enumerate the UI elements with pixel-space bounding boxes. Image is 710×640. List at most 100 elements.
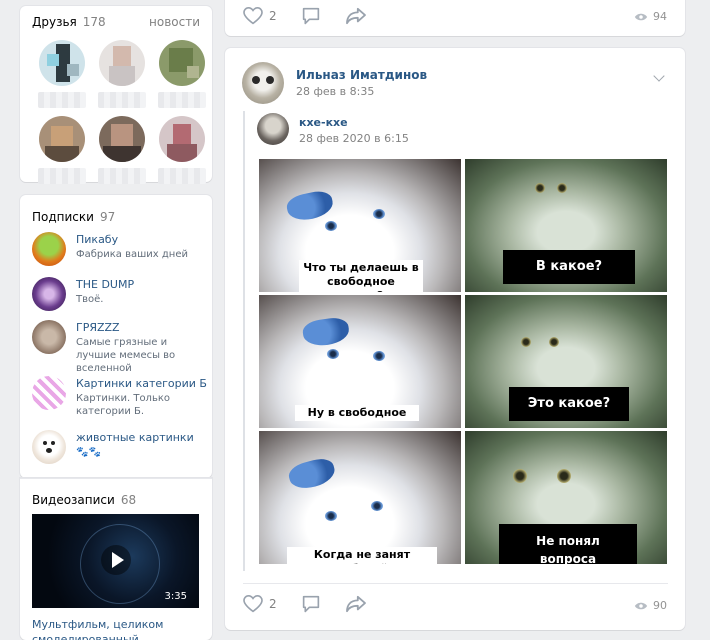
subscription-name[interactable]: Картинки категории Б [76,377,207,391]
videos-header[interactable]: Видеозаписи 68 [32,489,136,508]
repost-author[interactable]: кхе-кхе [299,116,348,129]
share-button[interactable] [345,7,367,25]
like-button[interactable]: 2 [243,7,277,25]
subscription-desc: 🐾🐾 [76,447,101,458]
like-count: 2 [269,9,277,23]
eye-icon [634,602,648,609]
friend-name[interactable] [98,92,146,108]
videos-block: Видеозаписи 68 3:35 Мультфильм, целиком с… [20,478,212,640]
author-avatar[interactable] [242,62,284,104]
meme-caption: Не понял вопроса [499,524,637,564]
friends-grid [32,40,212,184]
repost-date[interactable]: 28 фев 2020 в 6:15 [299,132,409,145]
views-count: 90 [653,599,667,612]
eye-icon [634,13,648,20]
subscription-item[interactable]: Пикабу Фабрика ваших дней [32,232,207,266]
video-thumbnail[interactable]: 3:35 [32,514,199,608]
meme-panel: В какое? [465,159,667,292]
previous-post-actions: 2 [243,7,367,25]
subscription-item[interactable]: THE DUMP Твоё. [32,277,207,311]
friends-header: Друзья 178 новости [32,15,200,29]
subscriptions-count: 97 [99,210,116,224]
heart-icon [243,595,263,613]
subscriptions-header[interactable]: Подписки 97 [32,206,115,225]
friends-count: 178 [82,15,106,29]
friend-avatar[interactable] [159,40,205,86]
friend-name[interactable] [38,92,86,108]
friend-item[interactable] [92,116,152,184]
friend-item[interactable] [92,40,152,108]
friend-avatar[interactable] [39,40,85,86]
meme-caption: Когда не занят работой [287,547,437,564]
friend-name[interactable] [158,92,206,108]
subscription-name[interactable]: THE DUMP [76,278,134,292]
share-icon [345,595,366,613]
video-title[interactable]: Мультфильм, целиком смоделированный комп… [32,617,207,640]
videos-title[interactable]: Видеозаписи [32,493,115,507]
comment-button[interactable] [301,595,321,613]
previous-post-footer: 2 94 [225,0,685,36]
subscription-avatar[interactable] [32,376,66,410]
friend-name[interactable] [158,168,206,184]
comment-button[interactable] [301,7,321,25]
divider [243,583,668,584]
subscription-desc: Самые грязные и лучшие мемесы во вселенн… [76,337,176,374]
meme-caption: Ну в свободное [295,405,419,421]
meme-panel: Что ты делаешь в свободное время? [259,159,461,292]
friends-block: Друзья 178 новости [20,6,212,184]
meme-image[interactable]: Что ты делаешь в свободное время? В како… [259,159,667,564]
repost-author-avatar[interactable] [257,113,289,145]
post-author[interactable]: Ильназ Иматдинов [296,68,427,82]
friend-avatar[interactable] [39,116,85,162]
friend-item[interactable] [152,40,212,108]
friends-title[interactable]: Друзья [32,15,77,29]
subscription-desc: Фабрика ваших дней [76,249,188,260]
subscription-desc: Картинки. Только категории Б. [76,393,171,417]
subscription-avatar[interactable] [32,430,66,464]
subscriptions-block: Подписки 97 Пикабу Фабрика ваших дней THE… [20,195,212,478]
meme-caption: Что ты делаешь в свободное время? [299,260,423,292]
chevron-down-icon[interactable] [653,70,665,82]
friend-name[interactable] [38,168,86,184]
subscription-name[interactable]: Пикабу [76,233,188,247]
meme-caption: Это какое? [509,387,629,421]
views-counter: 94 [634,10,667,23]
post-date[interactable]: 28 фев в 8:35 [296,85,374,98]
friends-news-link[interactable]: новости [149,15,200,29]
meme-panel: Когда не занят работой [259,431,461,564]
views-counter: 90 [634,599,667,612]
share-icon [345,7,366,25]
views-count: 94 [653,10,667,23]
video-duration: 3:35 [164,591,187,602]
share-button[interactable] [345,595,367,613]
subscription-item[interactable]: ГРЯZZZ Самые грязные и лучшие мемесы во … [32,320,207,375]
friend-avatar[interactable] [99,116,145,162]
play-icon[interactable] [101,545,131,575]
like-count: 2 [269,597,277,611]
subscription-desc: Твоё. [76,294,104,305]
comment-icon [302,595,319,613]
meme-panel: Ну в свободное [259,295,461,428]
subscription-item[interactable]: животные картинки 🐾🐾 [32,430,207,464]
subscription-name[interactable]: животные картинки [76,431,194,445]
friend-item[interactable] [152,116,212,184]
friend-name[interactable] [98,168,146,184]
subscription-avatar[interactable] [32,320,66,354]
subscription-item[interactable]: Картинки категории Б Картинки. Только ка… [32,376,207,418]
subscription-avatar[interactable] [32,277,66,311]
comment-icon [302,7,319,25]
subscription-avatar[interactable] [32,232,66,266]
meme-caption: В какое? [503,250,635,284]
like-button[interactable]: 2 [243,595,277,613]
friend-avatar[interactable] [99,40,145,86]
friend-item[interactable] [32,116,92,184]
post: Ильназ Иматдинов 28 фев в 8:35 кхе-кхе 2… [225,48,685,630]
repost: кхе-кхе 28 фев 2020 в 6:15 Что ты делаеш… [243,111,668,571]
subscription-name[interactable]: ГРЯZZZ [76,321,207,335]
post-actions: 2 [243,595,367,613]
friend-item[interactable] [32,40,92,108]
meme-panel: Это какое? [465,295,667,428]
meme-panel: Не понял вопроса [465,431,667,564]
subscriptions-title[interactable]: Подписки [32,210,94,224]
friend-avatar[interactable] [159,116,205,162]
